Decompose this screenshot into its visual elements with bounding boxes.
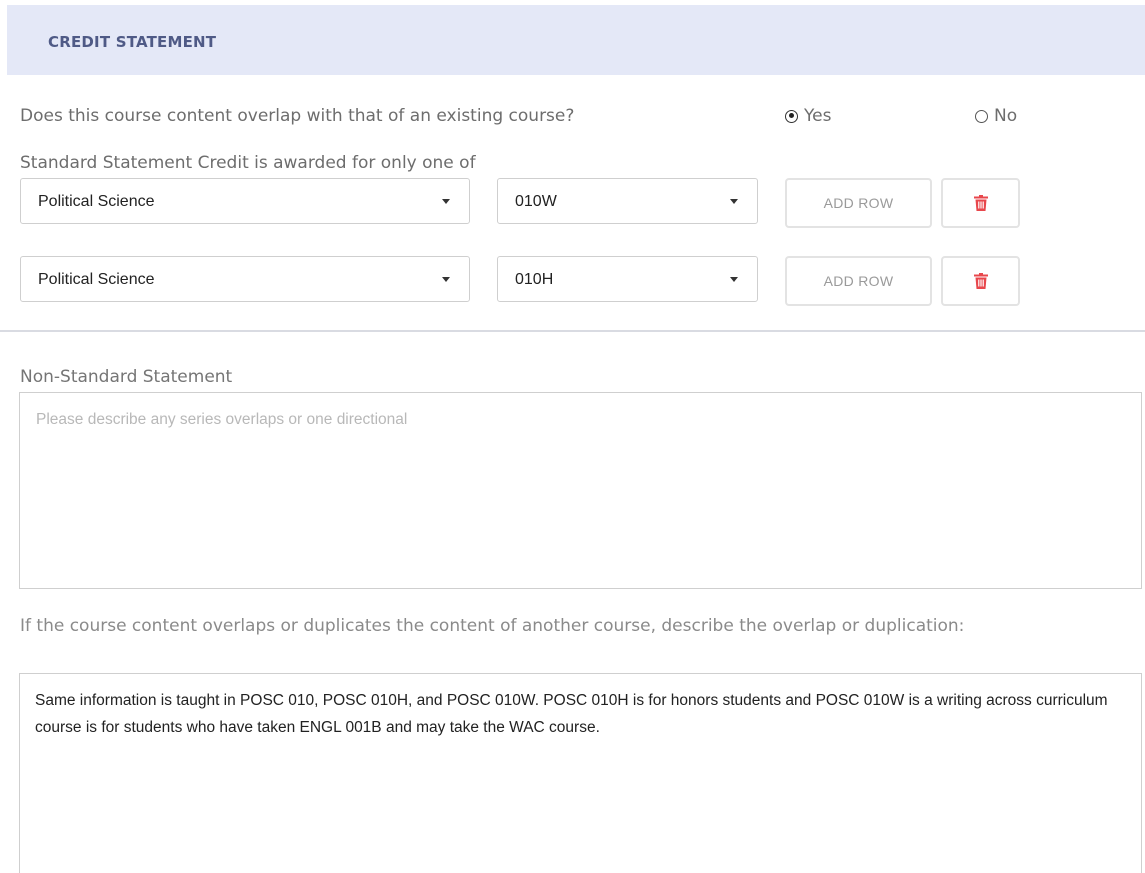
trash-icon (973, 195, 988, 211)
delete-row-button[interactable] (941, 178, 1020, 228)
course-select-value: 010W (515, 193, 557, 210)
course-select-row-1[interactable]: 010W (497, 178, 758, 224)
section-header: CREDIT STATEMENT (7, 5, 1145, 75)
radio-unchecked-icon (975, 109, 988, 123)
caret-down-icon (730, 277, 738, 282)
trash-icon (973, 273, 988, 289)
textarea-placeholder: Please describe any series overlaps or o… (36, 411, 408, 428)
caret-down-icon (442, 199, 450, 204)
subject-select-row-1[interactable]: Political Science (20, 178, 470, 224)
radio-checked-icon (785, 109, 798, 123)
radio-yes[interactable]: Yes (785, 106, 831, 126)
course-select-value: 010H (515, 271, 554, 288)
radio-yes-label: Yes (804, 106, 832, 126)
caret-down-icon (730, 199, 738, 204)
add-row-button[interactable]: ADD ROW (785, 256, 932, 306)
standard-statement-label: Standard Statement Credit is awarded for… (20, 153, 476, 173)
delete-row-button[interactable] (941, 256, 1020, 306)
radio-no[interactable]: No (975, 106, 1017, 126)
overlap-description-text: Same information is taught in POSC 010, … (35, 692, 1108, 736)
non-standard-statement-label: Non-Standard Statement (20, 367, 233, 387)
radio-no-label: No (994, 106, 1018, 126)
overlap-description-label: If the course content overlaps or duplic… (20, 616, 965, 636)
overlap-description-textarea[interactable]: Same information is taught in POSC 010, … (19, 673, 1142, 873)
overlap-question-label: Does this course content overlap with th… (20, 106, 575, 126)
non-standard-statement-textarea[interactable]: Please describe any series overlaps or o… (19, 392, 1142, 589)
section-title: CREDIT STATEMENT (48, 33, 217, 51)
subject-select-value: Political Science (38, 271, 155, 288)
caret-down-icon (442, 277, 450, 282)
subject-select-value: Political Science (38, 193, 155, 210)
course-select-row-2[interactable]: 010H (497, 256, 758, 302)
section-divider (0, 330, 1145, 332)
subject-select-row-2[interactable]: Political Science (20, 256, 470, 302)
add-row-button[interactable]: ADD ROW (785, 178, 932, 228)
